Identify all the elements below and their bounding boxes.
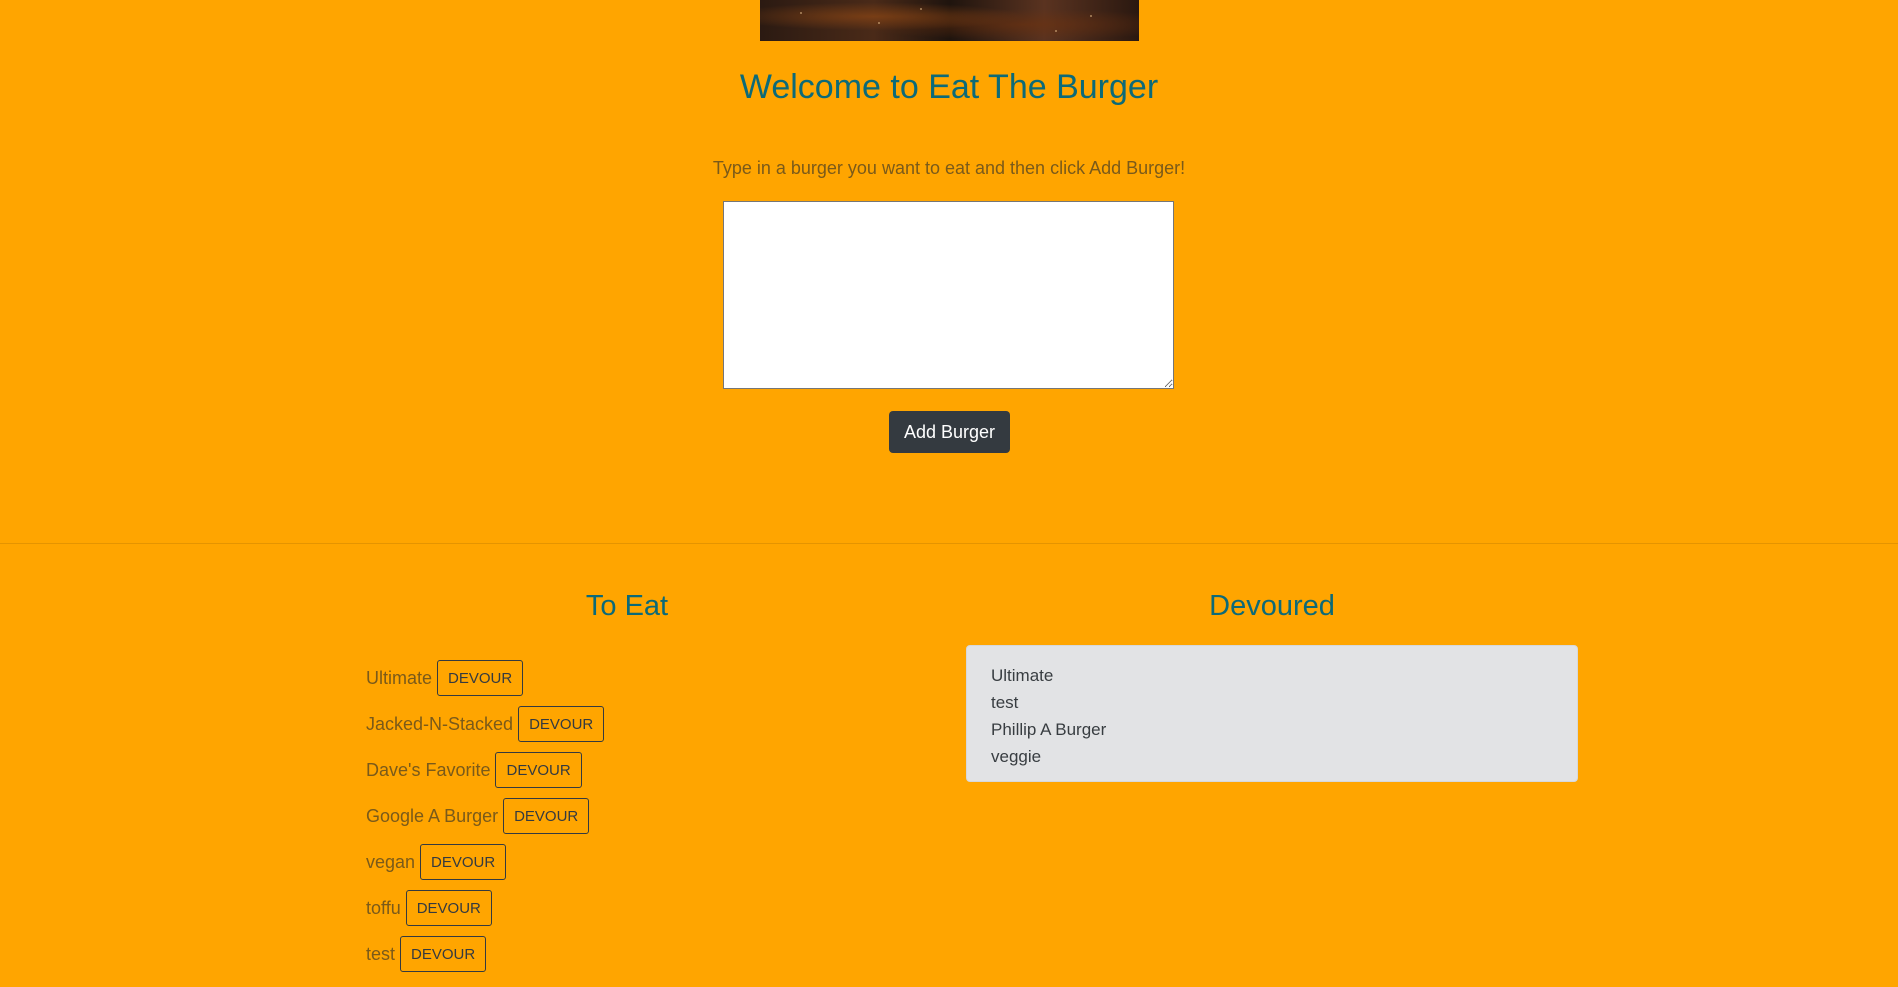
devoured-heading: Devoured bbox=[1209, 590, 1335, 622]
burger-hero-image bbox=[760, 0, 1139, 41]
to-eat-item: toffu DEVOUR bbox=[366, 885, 604, 931]
devour-button[interactable]: DEVOUR bbox=[518, 706, 605, 742]
devoured-item: Phillip A Burger bbox=[991, 720, 1107, 739]
to-eat-item: test DEVOUR bbox=[366, 931, 604, 977]
add-burger-button[interactable]: Add Burger bbox=[889, 411, 1010, 453]
to-eat-list: Ultimate DEVOUR Jacked-N-Stacked DEVOUR … bbox=[366, 655, 605, 977]
section-divider bbox=[0, 543, 1898, 544]
image-sparkle bbox=[920, 8, 922, 10]
to-eat-item: Google A Burger DEVOUR bbox=[366, 793, 604, 839]
image-sparkle bbox=[800, 12, 802, 14]
burger-name: toffu bbox=[366, 897, 401, 918]
devoured-item: veggie bbox=[991, 747, 1042, 766]
devoured-item: Ultimate bbox=[991, 666, 1054, 685]
instructions-text: Type in a burger you want to eat and the… bbox=[712, 158, 1186, 178]
to-eat-heading: To Eat bbox=[585, 590, 669, 622]
image-sparkle bbox=[1090, 15, 1092, 17]
image-sparkle bbox=[1055, 30, 1057, 32]
devour-button[interactable]: DEVOUR bbox=[437, 660, 524, 696]
burger-name: Dave's Favorite bbox=[366, 759, 491, 780]
page-title: Welcome to Eat The Burger bbox=[739, 68, 1159, 106]
devour-button[interactable]: DEVOUR bbox=[503, 798, 590, 834]
devour-button[interactable]: DEVOUR bbox=[400, 936, 487, 972]
burger-name: test bbox=[366, 943, 396, 964]
page: Welcome to Eat The Burger Type in a burg… bbox=[0, 0, 1898, 987]
burger-name: vegan bbox=[366, 851, 416, 872]
to-eat-item: Jacked-N-Stacked DEVOUR bbox=[366, 701, 605, 747]
burger-name: Google A Burger bbox=[366, 805, 499, 826]
to-eat-item: Dave's Favorite DEVOUR bbox=[366, 747, 604, 793]
devoured-item: test bbox=[991, 693, 1019, 712]
devour-button[interactable]: DEVOUR bbox=[420, 844, 507, 880]
to-eat-item: vegan DEVOUR bbox=[366, 839, 604, 885]
image-sparkle bbox=[878, 22, 880, 24]
devoured-list: Ultimate test Phillip A Burger veggie bbox=[991, 662, 1553, 770]
burger-name: Ultimate bbox=[366, 667, 433, 688]
to-eat-item: Ultimate DEVOUR bbox=[366, 655, 604, 701]
burger-name-input[interactable] bbox=[723, 201, 1174, 389]
devour-button[interactable]: DEVOUR bbox=[495, 752, 582, 788]
devoured-list-box: Ultimate test Phillip A Burger veggie bbox=[966, 645, 1578, 782]
devour-button[interactable]: DEVOUR bbox=[405, 890, 492, 926]
burger-name: Jacked-N-Stacked bbox=[366, 713, 514, 734]
